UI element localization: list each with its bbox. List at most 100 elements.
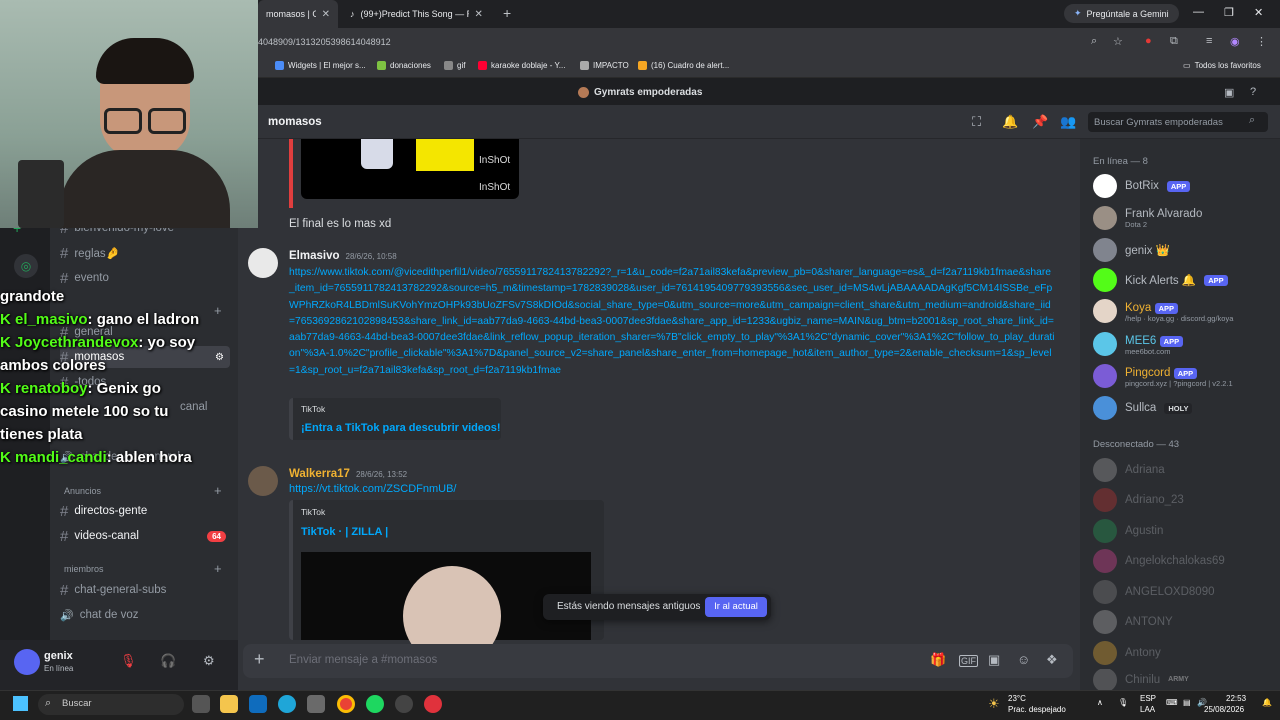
bookmark-impacto[interactable]: IMPACTO: [580, 61, 629, 70]
weather-temp[interactable]: 23°C: [1008, 694, 1026, 703]
store-icon[interactable]: [307, 695, 325, 713]
network-icon[interactable]: ▤: [1183, 698, 1191, 707]
explore-icon[interactable]: ◎: [14, 254, 38, 278]
bookmark-donaciones[interactable]: donaciones: [377, 61, 431, 70]
tray-chevron-icon[interactable]: ∧: [1097, 698, 1103, 707]
media-icon[interactable]: ≡: [1206, 35, 1212, 47]
member-offline[interactable]: Chinilu ARMY: [1093, 669, 1273, 690]
mic-tray-icon[interactable]: 🎙: [1118, 698, 1128, 707]
message-author[interactable]: Elmasivo: [289, 250, 340, 262]
add-channel-icon[interactable]: +: [214, 483, 222, 498]
close-tab-icon[interactable]: ✕: [475, 9, 483, 20]
bookmark-karaoke[interactable]: karaoke doblaje - Y...: [478, 61, 565, 70]
notification-icon[interactable]: 🔔: [1262, 698, 1272, 707]
channel-chat-de-voz[interactable]: 🔊 chat de voz: [60, 604, 230, 626]
minimize-icon[interactable]: —: [1193, 6, 1204, 18]
member-botrix[interactable]: BotRix APP: [1093, 172, 1273, 200]
gif-icon[interactable]: GIF: [959, 655, 978, 667]
outlook-icon[interactable]: [249, 695, 267, 713]
member-mee6[interactable]: MEE6 APP mee6bot.com: [1093, 330, 1273, 358]
bookmark-gif[interactable]: gif: [444, 61, 465, 70]
close-tab-icon[interactable]: ✕: [322, 9, 330, 20]
jump-to-present-button[interactable]: Ir al actual: [705, 597, 767, 617]
video-thumbnail[interactable]: InShOt InShOt: [301, 139, 519, 199]
maximize-icon[interactable]: ❐: [1224, 6, 1234, 19]
user-settings-icon[interactable]: ⚙: [203, 653, 215, 669]
tab-momasos[interactable]: momasos | Gym ✕: [258, 0, 338, 28]
channel-reglas[interactable]: # reglas🤌: [60, 242, 230, 264]
profile-icon[interactable]: ◉: [1230, 35, 1240, 48]
member-offline[interactable]: ANGELOXD8090: [1093, 578, 1273, 606]
members-icon[interactable]: 👥: [1060, 114, 1076, 130]
gemini-button[interactable]: ✦ Pregúntale a Gemini: [1064, 4, 1179, 23]
member-offline[interactable]: Adriano_23: [1093, 486, 1273, 514]
add-channel-icon[interactable]: +: [214, 303, 222, 318]
emoji-icon[interactable]: ☺: [1017, 652, 1030, 667]
lang-primary[interactable]: ESP: [1140, 694, 1156, 703]
member-sullca[interactable]: Sullca HOLY: [1093, 394, 1273, 422]
avatar[interactable]: [248, 248, 278, 278]
menu-dots-icon[interactable]: ⋮: [1256, 35, 1267, 48]
file-explorer-icon[interactable]: [220, 695, 238, 713]
bookmark-alerts[interactable]: (16) Cuadro de alert...: [638, 61, 729, 70]
close-window-icon[interactable]: ✕: [1254, 6, 1263, 19]
add-channel-icon[interactable]: +: [214, 561, 222, 576]
clock-time[interactable]: 22:53: [1226, 694, 1246, 703]
star-icon[interactable]: ☆: [1113, 35, 1123, 48]
member-koya[interactable]: Koya APP/help · koya.gg · discord.gg/koy…: [1093, 297, 1273, 325]
member-offline[interactable]: Angelokchalokas69: [1093, 547, 1273, 575]
windows-start-icon[interactable]: [13, 696, 28, 711]
spotify-icon[interactable]: [366, 695, 384, 713]
inbox-icon[interactable]: ▣: [1224, 86, 1234, 99]
task-view-icon[interactable]: [192, 695, 210, 713]
channel-directos[interactable]: # directos-gente: [60, 500, 230, 522]
member-genix[interactable]: genix 👑: [1093, 236, 1273, 264]
zoom-icon[interactable]: ⌕: [1091, 35, 1097, 48]
obs-icon[interactable]: [395, 695, 413, 713]
embed-title[interactable]: ¡Entra a TikTok para descubrir videos!: [301, 422, 501, 434]
member-offline[interactable]: Adriana: [1093, 456, 1273, 484]
search-input[interactable]: Buscar Gymrats empoderadas: [1088, 112, 1268, 132]
edge-icon[interactable]: [278, 695, 296, 713]
avatar[interactable]: [14, 649, 40, 675]
clock-date[interactable]: 25/08/2026: [1204, 705, 1244, 714]
all-bookmarks[interactable]: ▭ Todos los favoritos: [1183, 61, 1261, 70]
headphones-icon[interactable]: 🎧: [160, 653, 176, 669]
add-attachment-icon[interactable]: +: [254, 649, 265, 670]
channel-videos[interactable]: # videos-canal 64: [60, 525, 230, 547]
puzzle-icon[interactable]: ⧉: [1170, 35, 1178, 48]
bookmark-widgets[interactable]: Widgets | El mejor s...: [275, 61, 366, 70]
settings-icon[interactable]: ⚙: [215, 352, 230, 363]
chrome-icon[interactable]: [337, 695, 355, 713]
bell-icon[interactable]: 🔔: [1002, 114, 1018, 130]
message-link[interactable]: https://www.tiktok.com/@vicedithperfil1/…: [289, 265, 1055, 379]
gift-icon[interactable]: 🎁: [930, 652, 946, 668]
app-icon[interactable]: [424, 695, 442, 713]
message-author[interactable]: Walkerra17: [289, 468, 350, 480]
url-text[interactable]: 4048909/1313205398614048912: [258, 37, 391, 47]
new-tab-icon[interactable]: +: [503, 5, 511, 21]
avatar[interactable]: [248, 466, 278, 496]
message-link[interactable]: https://vt.tiktok.com/ZSCDFnmUB/: [289, 481, 456, 497]
lang-secondary[interactable]: LAA: [1140, 705, 1155, 714]
member-pingcord[interactable]: Pingcord APP pingcord.xyz | ?pingcord | v…: [1093, 362, 1273, 390]
taskbar-search[interactable]: Buscar: [38, 694, 184, 715]
embed-title[interactable]: TikTok · | ZILLA |: [301, 526, 388, 538]
weather-desc[interactable]: Prac. despejado: [1008, 705, 1066, 714]
member-kick-alerts[interactable]: Kick Alerts 🔔 APP: [1093, 266, 1273, 294]
threads-icon[interactable]: ⛶: [972, 114, 981, 130]
member-offline[interactable]: Agustin: [1093, 517, 1273, 545]
member-frank[interactable]: Frank Alvarado Dota 2: [1093, 204, 1273, 232]
keyboard-icon[interactable]: ⌨: [1166, 698, 1178, 707]
extension-icon[interactable]: ●: [1145, 35, 1152, 47]
sticker-icon[interactable]: ▣: [988, 652, 1000, 668]
category-miembros[interactable]: miembros: [64, 564, 104, 574]
member-offline[interactable]: ANTONY: [1093, 608, 1273, 636]
channel-chat-general-subs[interactable]: # chat-general-subs: [60, 579, 230, 601]
help-icon[interactable]: ?: [1250, 86, 1256, 98]
member-offline[interactable]: Antony: [1093, 639, 1273, 667]
pin-icon[interactable]: 📌: [1032, 114, 1048, 130]
category-anuncios[interactable]: Anuncios: [64, 486, 101, 496]
mute-icon[interactable]: 🎙: [120, 653, 137, 669]
tab-predict-song[interactable]: ♪ (99+)Predict This Song — Red ✕: [342, 0, 502, 28]
